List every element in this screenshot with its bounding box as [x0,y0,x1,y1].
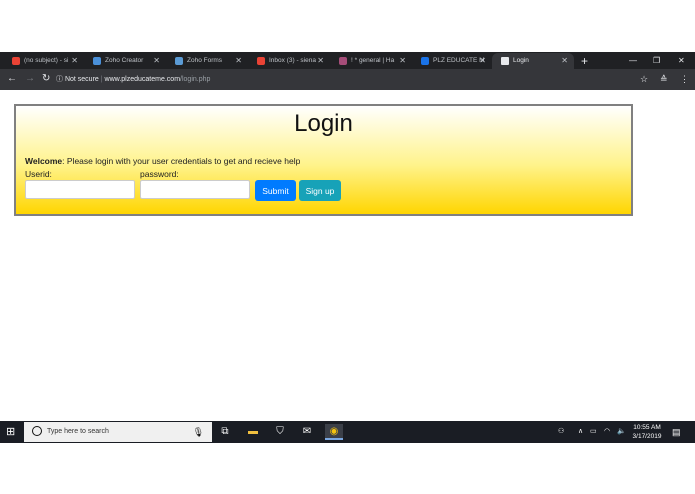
chrome-icon[interactable]: ◉ [325,424,343,440]
tab-gmail-no-subject[interactable]: (no subject) - si ✕ [3,53,84,69]
url-path: /login.php [180,76,211,83]
url-domain: www.plzeducateme.com [104,76,181,83]
userid-label: Userid: [25,169,52,179]
wifi-icon[interactable]: ◠ [604,421,610,443]
password-input[interactable] [140,180,250,199]
close-tab-icon[interactable]: ✕ [479,53,486,69]
zoho-forms-icon [175,57,183,65]
mail-icon[interactable]: ✉ [298,424,316,440]
welcome-message: Welcome: Please login with your user cre… [25,156,301,166]
tab-inbox[interactable]: Inbox (3) - siena ✕ [248,53,330,69]
close-tab-icon[interactable]: ✕ [71,53,78,69]
page-icon [501,57,509,65]
clock-date: 3/17/2019 [632,433,662,440]
extension-icon[interactable]: ≙ [660,72,668,86]
windows-taskbar: ⊞ Type here to search 🎙 ⧉ ▬ ⛉ ✉ ◉ ⚇ ∧ ▭ … [0,421,695,443]
login-panel: Login Welcome: Please login with your us… [14,104,633,216]
close-tab-icon[interactable]: ✕ [235,53,242,69]
security-label: Not secure [64,76,99,83]
tab-plz-educate[interactable]: PLZ EDUCATE M ✕ [412,53,492,69]
taskbar-clock[interactable]: 10:55 AM 3/17/2019 [630,423,664,441]
notifications-icon[interactable]: ▤ [672,421,681,443]
minimize-icon[interactable]: — [629,53,637,69]
store-icon[interactable]: ⛉ [271,424,289,440]
close-window-icon[interactable]: ✕ [678,53,685,69]
close-tab-icon[interactable]: ✕ [317,53,324,69]
slack-icon [339,57,347,65]
zoho-creator-icon [93,57,101,65]
browser-chrome: (no subject) - si ✕ Zoho Creator ✕ Zoho Fo… [0,52,695,90]
tab-zoho-forms[interactable]: Zoho Forms ✕ [166,53,248,69]
signup-button[interactable]: Sign up [299,180,341,201]
close-tab-icon[interactable]: ✕ [399,53,406,69]
gmail-icon [12,57,20,65]
page-title: Login [294,110,353,137]
windows-start-icon[interactable]: ⊞ [6,426,15,438]
browser-toolbar: ← → ↻ ⓘ Not secure | www.plzeducateme.co… [0,69,695,90]
forward-icon[interactable]: → [25,72,35,86]
back-icon[interactable]: ← [7,72,17,86]
gmail-icon [257,57,265,65]
plz-educate-icon [421,57,429,65]
close-tab-icon[interactable]: ✕ [153,53,160,69]
tab-general-channel[interactable]: ! * general | Ha ✕ [330,53,412,69]
restore-icon[interactable]: ❐ [653,53,660,69]
cortana-icon [32,426,42,437]
file-explorer-icon[interactable]: ▬ [244,424,262,440]
battery-icon[interactable]: ▭ [590,421,597,443]
menu-icon[interactable]: ⋮ [680,72,689,86]
task-view-icon[interactable]: ⧉ [216,424,234,440]
microphone-icon[interactable]: 🎙 [193,422,204,442]
info-icon[interactable]: ⓘ [56,76,63,83]
clock-time: 10:55 AM [633,424,661,431]
tab-login[interactable]: Login ✕ [492,53,574,69]
new-tab-button[interactable]: + [581,54,588,68]
close-tab-icon[interactable]: ✕ [561,53,568,69]
people-icon[interactable]: ⚇ [558,421,564,443]
volume-icon[interactable]: 🔈 [617,421,626,443]
taskbar-search-box[interactable]: Type here to search 🎙 [24,422,212,442]
tray-expand-icon[interactable]: ∧ [578,421,583,443]
reload-icon[interactable]: ↻ [42,72,50,86]
userid-input[interactable] [25,180,135,199]
submit-button[interactable]: Submit [255,180,296,201]
address-bar[interactable]: ⓘ Not secure | www.plzeducateme.com/logi… [56,72,626,87]
tab-strip: (no subject) - si ✕ Zoho Creator ✕ Zoho Fo… [0,52,695,69]
tab-zoho-creator[interactable]: Zoho Creator ✕ [84,53,166,69]
password-label: password: [140,169,179,179]
bookmark-star-icon[interactable]: ☆ [640,72,648,86]
